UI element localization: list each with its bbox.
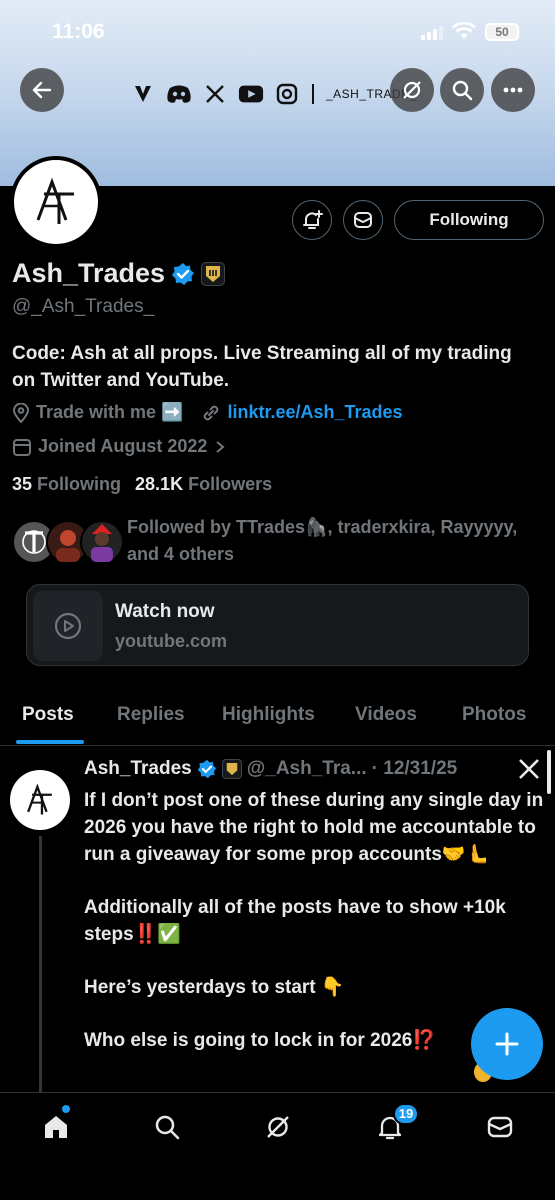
card-thumbnail xyxy=(33,591,103,661)
bottom-tab-bar: 19 xyxy=(0,1092,555,1200)
wifi-icon xyxy=(452,22,476,39)
verified-badge-icon xyxy=(197,759,216,779)
card-domain: youtube.com xyxy=(115,631,228,651)
profile-name-row: Ash_Trades xyxy=(12,258,226,289)
plus-icon xyxy=(495,1032,519,1056)
following-count-link[interactable]: 35 Following xyxy=(12,474,121,495)
youtube-icon xyxy=(238,82,264,106)
status-bar: 11:06 50 xyxy=(0,18,555,48)
cellular-signal-icon xyxy=(421,26,443,40)
notifications-badge: 19 xyxy=(393,1103,419,1125)
divider-bar xyxy=(310,82,316,106)
x-logo-icon xyxy=(202,82,228,106)
more-icon xyxy=(503,87,523,93)
follow-counts: 35 Following 28.1K Followers xyxy=(12,474,272,495)
banner-social-strip: _ASH_TRADE_ xyxy=(130,80,417,108)
card-title: Watch now xyxy=(115,601,215,622)
affiliate-badge-icon[interactable] xyxy=(201,261,226,286)
post-avatar[interactable] xyxy=(10,770,70,830)
profile-location: Trade with me ➡️ xyxy=(36,402,184,422)
grok-icon xyxy=(267,1116,289,1138)
profile-tabs: Posts Replies Highlights Videos Photos xyxy=(0,694,555,746)
tab-posts[interactable]: Posts xyxy=(22,704,74,726)
search-icon xyxy=(452,80,473,101)
location-icon xyxy=(12,402,30,423)
chevron-right-icon xyxy=(216,440,225,453)
notify-button[interactable] xyxy=(292,200,332,240)
scrollbar[interactable] xyxy=(547,750,551,794)
tab-videos[interactable]: Videos xyxy=(355,704,417,726)
verified-badge-icon[interactable] xyxy=(171,262,195,286)
post-date[interactable]: · 12/31/25 xyxy=(372,758,458,780)
followed-by-avatars[interactable] xyxy=(12,520,124,566)
search-button[interactable] xyxy=(440,68,484,112)
youtube-link-card[interactable]: Watch now youtube.com xyxy=(26,584,529,666)
profile-website-link[interactable]: linktr.ee/Ash_Trades xyxy=(227,402,402,423)
avatar xyxy=(80,520,124,564)
following-button[interactable]: Following xyxy=(394,200,544,240)
post-paragraph: Additionally all of the posts have to sh… xyxy=(84,897,506,945)
brand-logo-icon xyxy=(130,82,156,106)
search-icon xyxy=(155,1115,180,1140)
followers-count-link[interactable]: 28.1K Followers xyxy=(135,474,272,495)
battery-icon: 50 xyxy=(485,23,519,41)
tab-messages[interactable] xyxy=(480,1107,520,1147)
tab-highlights[interactable]: Highlights xyxy=(222,704,315,726)
monogram-logo xyxy=(27,783,52,815)
profile-avatar[interactable]: AT xyxy=(10,156,102,248)
thread-line xyxy=(39,836,42,1092)
grok-button[interactable] xyxy=(390,68,434,112)
post-header: Ash_Trades @_Ash_Tra... · 12/31/25 xyxy=(84,758,457,780)
play-circle-icon xyxy=(54,612,82,640)
profile-joined-row[interactable]: Joined August 2022 xyxy=(12,436,227,457)
post-paragraph: If I don’t post one of these during any … xyxy=(84,790,544,865)
message-button[interactable] xyxy=(343,200,383,240)
profile-name: Ash_Trades xyxy=(12,258,166,288)
calendar-icon xyxy=(13,438,31,456)
mail-icon xyxy=(487,1116,513,1138)
bell-plus-icon xyxy=(303,210,323,229)
profile-bio: Code: Ash at all props. Live Streaming a… xyxy=(12,343,512,391)
tab-home[interactable] xyxy=(36,1107,76,1147)
home-icon xyxy=(45,1116,67,1138)
profile-handle: @_Ash_Trades_ xyxy=(12,296,155,317)
tab-replies[interactable]: Replies xyxy=(117,704,185,726)
link-icon xyxy=(204,405,219,420)
back-button[interactable] xyxy=(20,68,64,112)
followed-by-text[interactable]: Followed by TTrades🦍, traderxkira, Rayyy… xyxy=(127,514,547,568)
active-tab-indicator xyxy=(16,740,84,744)
post-author-handle: @_Ash_Tra... xyxy=(246,758,367,779)
instagram-icon xyxy=(274,82,300,106)
more-button[interactable] xyxy=(491,68,535,112)
x-logo-icon xyxy=(519,759,539,779)
affiliate-badge-icon xyxy=(221,759,242,779)
grok-icon xyxy=(403,81,421,99)
arrow-left-icon xyxy=(32,81,52,99)
status-time: 11:06 xyxy=(52,20,105,43)
profile-meta-row: Trade with me ➡️ linktr.ee/Ash_Trades xyxy=(12,402,403,423)
home-unread-dot xyxy=(62,1105,70,1113)
profile-joined: Joined August 2022 xyxy=(38,436,208,456)
discord-icon xyxy=(166,82,192,106)
svg-text:AT: AT xyxy=(56,230,58,233)
tab-grok[interactable] xyxy=(258,1107,298,1147)
post-author-name[interactable]: Ash_Trades xyxy=(84,758,192,780)
profile-banner[interactable]: 11:06 50 _ASH_TRADE_ xyxy=(0,0,555,186)
monogram-logo: AT xyxy=(36,177,74,233)
following-count: 35 xyxy=(12,474,33,494)
tab-photos[interactable]: Photos xyxy=(462,704,526,726)
tab-search[interactable] xyxy=(147,1107,187,1147)
followers-label: Followers xyxy=(188,474,273,494)
following-label: Following xyxy=(37,474,122,494)
mail-icon xyxy=(354,212,372,228)
compose-post-button[interactable] xyxy=(471,1008,543,1080)
post-paragraph: Here’s yesterdays to start 👇 xyxy=(84,977,345,998)
followers-count: 28.1K xyxy=(135,474,184,494)
